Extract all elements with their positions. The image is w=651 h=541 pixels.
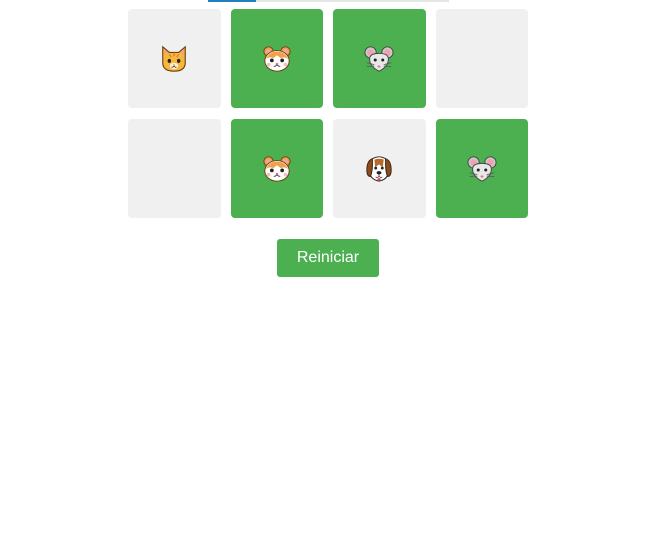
card-5[interactable] — [128, 119, 221, 218]
card-1[interactable] — [128, 9, 221, 108]
hamster-face-icon — [262, 44, 292, 74]
progress-bar-fill — [208, 0, 257, 2]
card-8[interactable] — [435, 119, 528, 218]
memory-game-page: Reiniciar — [0, 0, 651, 541]
controls: Reiniciar — [0, 239, 651, 277]
progress-bar — [208, 0, 449, 2]
mouse-face-icon — [467, 154, 497, 184]
restart-button[interactable]: Reiniciar — [276, 239, 380, 277]
cat-face-icon — [159, 44, 189, 74]
dog-face-icon — [364, 154, 394, 184]
card-3[interactable] — [333, 9, 426, 108]
mouse-face-icon — [364, 44, 394, 74]
game-board — [128, 9, 528, 218]
card-4[interactable] — [435, 9, 528, 108]
card-2[interactable] — [230, 9, 323, 108]
card-6[interactable] — [230, 119, 323, 218]
card-7[interactable] — [333, 119, 426, 218]
hamster-face-icon — [262, 154, 292, 184]
